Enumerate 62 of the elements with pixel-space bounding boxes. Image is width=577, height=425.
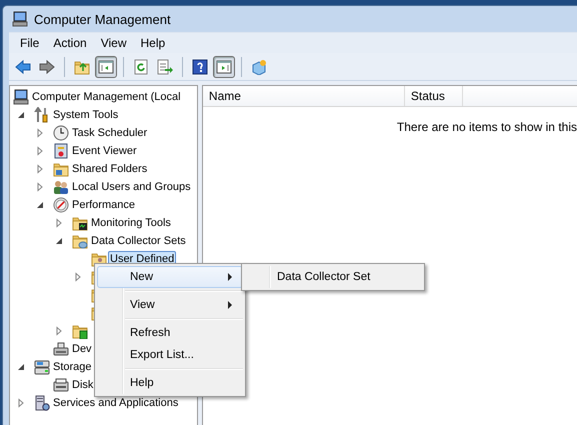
expand-arrow-icon[interactable] — [17, 398, 25, 408]
menu-item[interactable]: Data Collector Set — [244, 266, 422, 288]
expand-arrow-icon[interactable] — [36, 164, 44, 174]
tree-item[interactable]: Task Scheduler — [70, 125, 150, 141]
back-icon[interactable] — [15, 58, 31, 74]
menu-item[interactable]: Refresh — [97, 322, 243, 344]
collapse-arrow-icon[interactable] — [17, 362, 25, 372]
collapse-arrow-icon[interactable] — [55, 236, 63, 246]
tree-item[interactable]: Services and Applications — [51, 395, 180, 411]
menu-item[interactable]: File — [13, 35, 46, 51]
expand-arrow-icon[interactable] — [74, 272, 82, 282]
forward-icon[interactable] — [39, 58, 55, 74]
tree-item[interactable]: Performance — [70, 197, 137, 213]
collapse-arrow-icon[interactable] — [17, 110, 25, 120]
menu-item[interactable]: Export List... — [97, 344, 243, 366]
tree-item[interactable]: Local Users and Groups — [70, 179, 193, 195]
folder-icon — [72, 215, 88, 231]
tree-item[interactable]: Storage — [51, 359, 94, 375]
folder-icon — [72, 233, 88, 249]
menu-item[interactable]: View — [94, 35, 134, 51]
submenu-arrow-icon — [228, 273, 232, 281]
menu-item[interactable]: New — [97, 266, 243, 288]
menu-item[interactable]: View — [97, 294, 243, 316]
collapse-arrow-icon[interactable] — [36, 200, 44, 210]
empty-message: There are no items to show in this — [396, 120, 577, 134]
tree-item[interactable]: Shared Folders — [70, 161, 150, 177]
tools-icon — [34, 107, 50, 123]
tree-item[interactable]: System Tools — [51, 107, 120, 123]
server-icon — [34, 395, 50, 411]
column-header[interactable]: Status — [404, 86, 463, 106]
tree-item[interactable]: Computer Management (Local — [30, 89, 183, 105]
users-icon — [53, 179, 69, 195]
computer-icon — [13, 89, 29, 105]
tree-item[interactable]: Monitoring Tools — [89, 215, 173, 231]
storage-icon — [34, 359, 50, 375]
computer-icon — [12, 11, 28, 27]
tree-item[interactable]: Event Viewer — [70, 143, 139, 159]
refresh-icon[interactable] — [133, 58, 149, 74]
menu-item[interactable]: Help — [97, 372, 243, 394]
expand-arrow-icon[interactable] — [36, 182, 44, 192]
show-tree-icon[interactable] — [98, 58, 114, 74]
expand-arrow-icon[interactable] — [55, 218, 63, 228]
export-icon[interactable] — [157, 58, 173, 74]
expand-arrow-icon[interactable] — [36, 146, 44, 156]
expand-arrow-icon[interactable] — [55, 326, 63, 336]
submenu-arrow-icon — [228, 301, 232, 309]
menu-item[interactable]: Action — [46, 35, 94, 51]
tree-item[interactable]: Data Collector Sets — [89, 233, 188, 249]
expand-arrow-icon[interactable] — [36, 128, 44, 138]
tree-item[interactable]: Disk — [70, 377, 96, 393]
window-title: Computer Management — [34, 12, 171, 26]
shared-folder-icon — [53, 161, 69, 177]
help-icon[interactable] — [192, 58, 208, 74]
tree-item[interactable]: Dev — [70, 341, 94, 357]
column-header[interactable]: Name — [202, 86, 405, 106]
menu-item[interactable]: Help — [134, 35, 172, 51]
gauge-icon — [53, 197, 69, 213]
cube-icon[interactable] — [251, 58, 267, 74]
folder-icon — [72, 323, 88, 339]
action-pane-icon[interactable] — [216, 58, 232, 74]
clock-icon — [53, 125, 69, 141]
folder-up-icon[interactable] — [74, 58, 90, 74]
